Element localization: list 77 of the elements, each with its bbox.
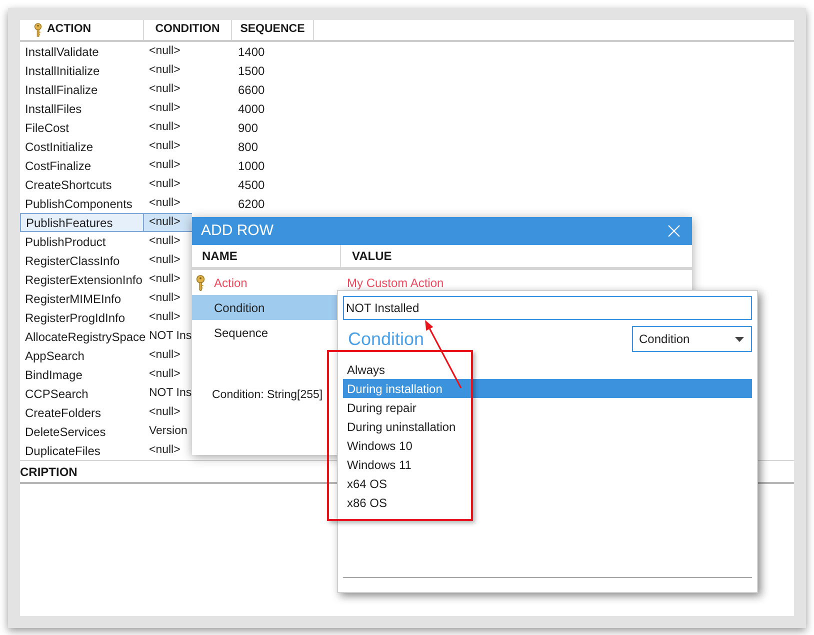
table-cell-text: <null> — [148, 290, 182, 306]
table-cell-text: RegisterClassInfo — [24, 252, 121, 270]
list-option[interactable]: Always — [343, 360, 752, 379]
table-cell-text: RegisterProgIdInfo — [24, 310, 126, 326]
table-cell-text: RegisterMIMEInfo — [24, 290, 122, 308]
table-cell-text: 800 — [237, 138, 260, 156]
condition-dropdown[interactable]: Condition — [632, 326, 752, 352]
table-cell-text: BindImage — [24, 366, 84, 384]
table-cell-text: 4000 — [237, 100, 266, 118]
table-cell-text: <null> — [148, 272, 182, 287]
field-info: Condition: String[255] — [212, 388, 323, 403]
table-cell-text: CreateFolders — [24, 404, 102, 422]
table-cell-text: CCPSearch — [24, 386, 90, 402]
table-cell-text: 6200 — [237, 196, 266, 212]
table-cell-text: InstallFinalize — [24, 82, 99, 98]
table-cell-text: 900 — [237, 120, 260, 136]
table-cell-text: <null> — [148, 442, 182, 458]
table-cell-text: <null> — [148, 348, 182, 363]
table-cell-text: PublishComponents — [24, 196, 134, 212]
table-cell-text: 4500 — [237, 176, 266, 194]
table-cell-text: 1000 — [237, 158, 266, 174]
dialog-title: ADD ROW — [201, 220, 274, 241]
table-cell-text: <null> — [148, 310, 182, 325]
table-cell-text: InstallValidate — [24, 44, 100, 60]
table-cell-text: NOT Ins — [148, 328, 192, 344]
caret-icon — [735, 336, 744, 342]
table-cell-text: <null> — [148, 138, 182, 154]
column-header[interactable]: ACTION — [20, 20, 144, 40]
table-cell-text: RegisterExtensionInfo — [24, 272, 144, 288]
table-cell-text: <null> — [148, 44, 182, 59]
field-value: My Custom Action — [347, 274, 444, 292]
table-cell-text: CreateShortcuts — [24, 176, 113, 194]
column-header[interactable]: CONDITION — [144, 20, 232, 40]
table-cell-text: <null> — [148, 82, 182, 97]
table-cell-text: 6600 — [237, 82, 266, 98]
section-heading: Condition — [348, 328, 424, 351]
table-cell-text: AppSearch — [24, 348, 86, 364]
table-cell-text: InstallFiles — [24, 100, 83, 118]
field-name[interactable]: Sequence — [192, 320, 341, 345]
table-cell-text: InstallInitialize — [24, 62, 101, 80]
table-cell-text: <null> — [148, 120, 182, 135]
list-option[interactable]: During uninstallation — [343, 417, 752, 436]
table-cell-text: NOT Ins — [148, 386, 192, 401]
field-name[interactable]: Action — [192, 270, 341, 295]
key-icon — [195, 274, 206, 290]
table-cell-text: DeleteServices — [24, 424, 107, 440]
table-cell-text: <null> — [148, 404, 182, 420]
table-cell-text: <null> — [148, 62, 182, 78]
key-icon — [33, 23, 43, 37]
column-header[interactable]: VALUE — [341, 245, 692, 267]
column-header[interactable]: NAME — [192, 245, 341, 267]
list-option[interactable]: x86 OS — [343, 493, 752, 512]
table-cell-text: Version — [148, 424, 188, 439]
table-cell-text: <null> — [148, 234, 182, 249]
table-cell-text: <null> — [148, 100, 182, 116]
table-cell-text: <null> — [148, 252, 182, 268]
table-cell: <null> — [144, 213, 192, 232]
table-cell-text: <null> — [148, 366, 182, 382]
table-cell: PublishFeatures — [20, 213, 144, 232]
table-cell-text: PublishProduct — [24, 234, 107, 250]
list-option[interactable]: Windows 10 — [343, 436, 752, 455]
column-header[interactable]: SEQUENCE — [232, 20, 314, 40]
table-cell-text: <null> — [148, 176, 182, 192]
condition-input[interactable]: NOT Installed — [343, 296, 752, 320]
table-cell-text: 1500 — [237, 62, 266, 80]
list-option[interactable]: During repair — [343, 398, 752, 417]
table-cell-text: CostFinalize — [24, 158, 92, 174]
table-cell-text: 1400 — [237, 44, 266, 60]
table-cell-text: CostInitialize — [24, 138, 94, 156]
table-cell-text: DuplicateFiles — [24, 442, 102, 460]
list-option[interactable]: x64 OS — [343, 474, 752, 493]
table-cell-text: FileCost — [24, 120, 70, 136]
table-cell-text: AllocateRegistrySpace — [24, 328, 144, 346]
list-option[interactable]: Windows 11 — [343, 455, 752, 474]
table-cell-text: <null> — [148, 158, 182, 173]
table-cell-text: <null> — [148, 196, 182, 211]
close-icon[interactable] — [668, 225, 680, 237]
